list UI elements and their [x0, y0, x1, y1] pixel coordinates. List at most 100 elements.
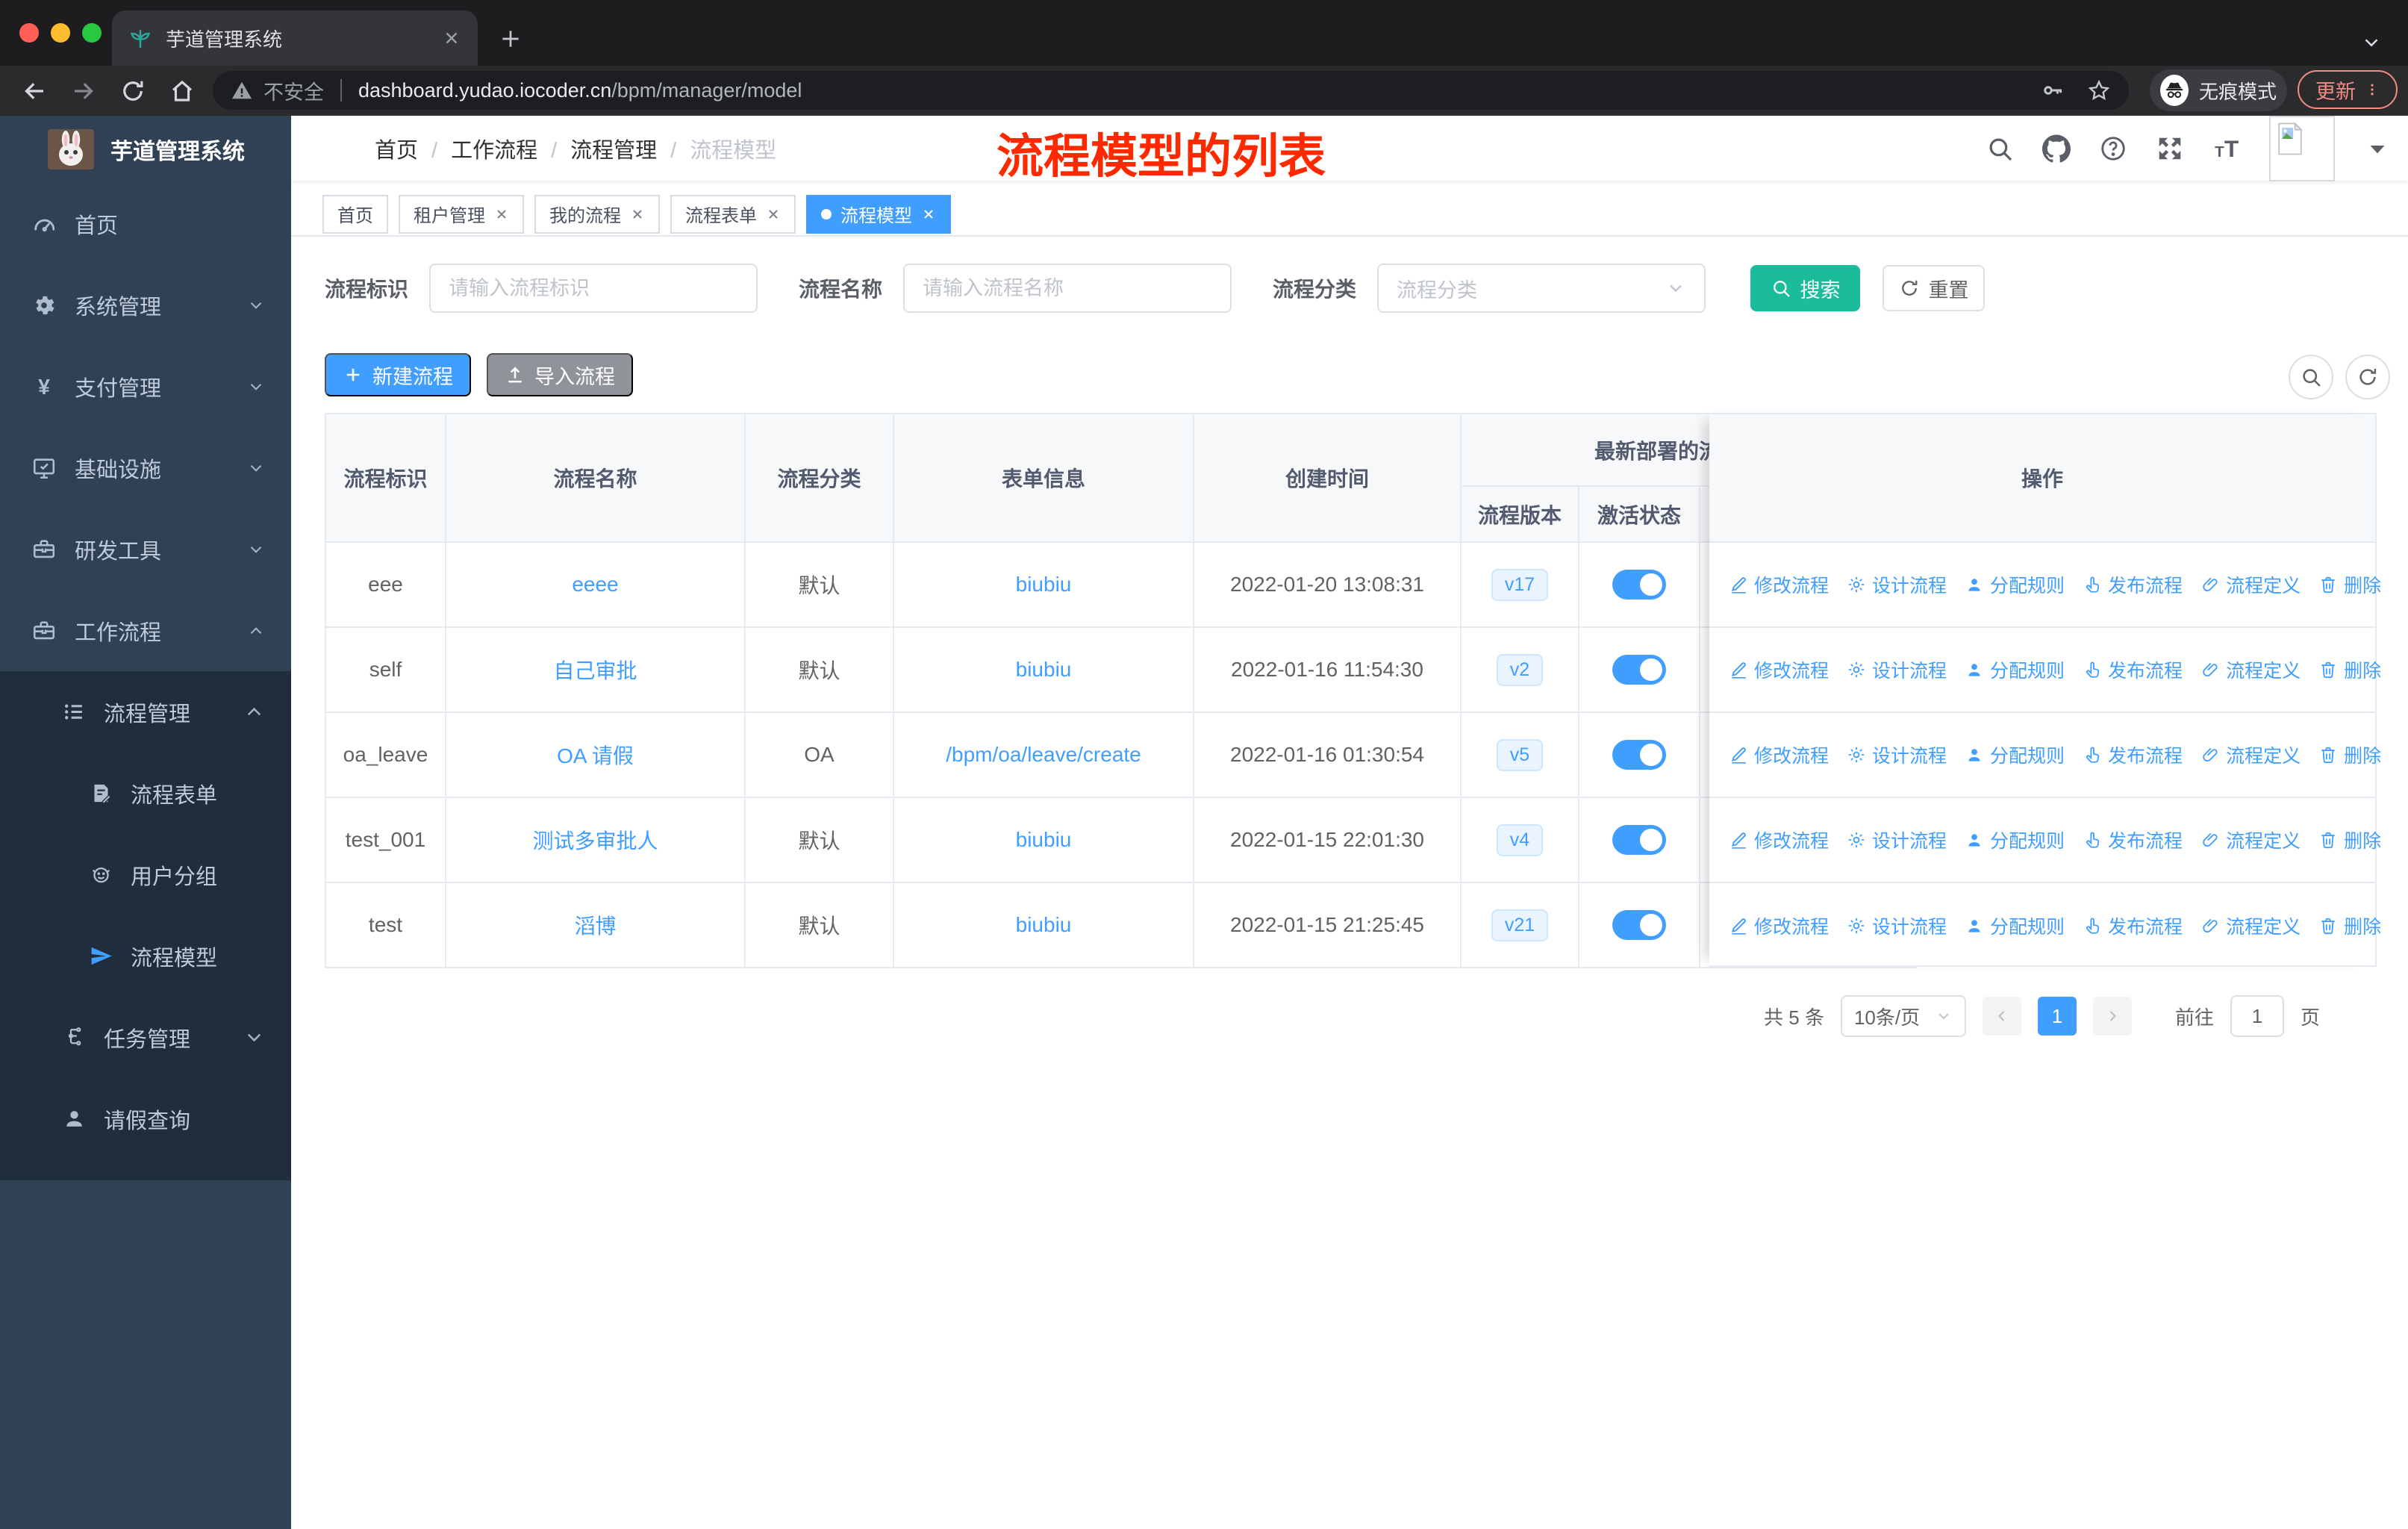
- forward-icon[interactable]: [70, 78, 97, 105]
- minimize-window-button[interactable]: [51, 23, 70, 43]
- sidebar-fold-icon[interactable]: [322, 134, 351, 163]
- active-toggle[interactable]: [1612, 825, 1666, 855]
- action-assign-link[interactable]: 分配规则: [1965, 571, 2065, 598]
- form-info-link[interactable]: biubiu: [1016, 573, 1072, 597]
- category-select[interactable]: 流程分类: [1377, 264, 1706, 313]
- page-number-current[interactable]: 1: [2037, 997, 2077, 1036]
- action-definition-link[interactable]: 流程定义: [2200, 741, 2301, 768]
- avatar[interactable]: [2269, 116, 2335, 181]
- close-window-button[interactable]: [19, 23, 39, 43]
- breadcrumb-item-2[interactable]: 流程管理: [570, 133, 676, 164]
- reload-icon[interactable]: [119, 78, 146, 105]
- help-icon[interactable]: [2099, 134, 2127, 163]
- chevron-down-icon[interactable]: [2360, 31, 2383, 54]
- process-key-input[interactable]: [429, 264, 758, 313]
- tag-view-process-model[interactable]: 流程模型: [806, 194, 951, 234]
- action-design-link[interactable]: 设计流程: [1847, 656, 1947, 683]
- close-tab-icon[interactable]: [442, 28, 461, 48]
- action-definition-link[interactable]: 流程定义: [2200, 656, 2301, 683]
- form-info-link[interactable]: /bpm/oa/leave/create: [946, 743, 1141, 767]
- tag-view-process-form[interactable]: 流程表单: [670, 194, 796, 234]
- breadcrumb-item-1[interactable]: 工作流程: [451, 133, 557, 164]
- sidebar-item-payment[interactable]: ¥ 支付管理: [0, 346, 291, 427]
- form-info-link[interactable]: biubiu: [1016, 828, 1072, 852]
- action-edit-link[interactable]: 修改流程: [1729, 826, 1829, 853]
- action-assign-link[interactable]: 分配规则: [1965, 912, 2065, 939]
- caret-down-icon[interactable]: [2363, 134, 2392, 163]
- active-toggle[interactable]: [1612, 655, 1666, 685]
- action-delete-link[interactable]: 删除: [2318, 912, 2381, 939]
- refresh-table-button[interactable]: [2345, 355, 2390, 399]
- address-bar[interactable]: 不安全 dashboard.yudao.iocoder.cn /bpm/mana…: [213, 71, 2129, 110]
- action-design-link[interactable]: 设计流程: [1847, 912, 1947, 939]
- back-icon[interactable]: [21, 78, 48, 105]
- active-toggle[interactable]: [1612, 570, 1666, 600]
- fullscreen-icon[interactable]: [2156, 134, 2184, 163]
- action-publish-link[interactable]: 发布流程: [2083, 656, 2183, 683]
- star-icon[interactable]: [2087, 78, 2111, 102]
- process-name-link[interactable]: 测试多审批人: [532, 825, 658, 855]
- action-design-link[interactable]: 设计流程: [1847, 741, 1947, 768]
- process-name-link[interactable]: OA 请假: [557, 740, 634, 770]
- action-assign-link[interactable]: 分配规则: [1965, 826, 2065, 853]
- import-process-button[interactable]: 导入流程: [487, 353, 633, 396]
- goto-page-input[interactable]: [2230, 995, 2284, 1037]
- action-edit-link[interactable]: 修改流程: [1729, 656, 1829, 683]
- action-assign-link[interactable]: 分配规则: [1965, 656, 2065, 683]
- action-delete-link[interactable]: 删除: [2318, 656, 2381, 683]
- sidebar-item-system[interactable]: 系统管理: [0, 264, 291, 346]
- action-delete-link[interactable]: 删除: [2318, 741, 2381, 768]
- tag-view-home[interactable]: 首页: [322, 194, 388, 234]
- action-edit-link[interactable]: 修改流程: [1729, 741, 1829, 768]
- zoom-window-button[interactable]: [82, 23, 102, 43]
- github-icon[interactable]: [2042, 134, 2071, 163]
- action-edit-link[interactable]: 修改流程: [1729, 912, 1829, 939]
- breadcrumb-item-0[interactable]: 首页: [375, 133, 437, 164]
- tag-view-tenant[interactable]: 租户管理: [399, 194, 524, 234]
- process-name-input[interactable]: [903, 264, 1232, 313]
- action-publish-link[interactable]: 发布流程: [2083, 912, 2183, 939]
- action-definition-link[interactable]: 流程定义: [2200, 571, 2301, 598]
- action-definition-link[interactable]: 流程定义: [2200, 912, 2301, 939]
- browser-tab[interactable]: 芋道管理系统: [112, 10, 478, 66]
- action-definition-link[interactable]: 流程定义: [2200, 826, 2301, 853]
- home-icon[interactable]: [169, 78, 196, 105]
- sidebar-item-user-group[interactable]: 用户分组: [0, 834, 291, 915]
- form-info-link[interactable]: biubiu: [1016, 658, 1072, 682]
- sidebar-item-process-model[interactable]: 流程模型: [0, 915, 291, 997]
- process-name-link[interactable]: 滔博: [574, 910, 616, 940]
- search-button[interactable]: 搜索: [1750, 265, 1861, 311]
- tag-view-my-process[interactable]: 我的流程: [534, 194, 660, 234]
- process-name-link[interactable]: eeee: [572, 573, 618, 597]
- active-toggle[interactable]: [1612, 740, 1666, 770]
- sidebar-item-workflow[interactable]: 工作流程: [0, 590, 291, 671]
- toggle-search-button[interactable]: [2289, 355, 2333, 399]
- sidebar-item-leave-query[interactable]: 请假查询: [0, 1078, 291, 1159]
- app-logo[interactable]: 芋道管理系统: [0, 116, 291, 183]
- active-toggle[interactable]: [1612, 910, 1666, 940]
- security-label[interactable]: 不安全: [263, 76, 324, 105]
- page-size-select[interactable]: 10条/页: [1840, 995, 1966, 1037]
- action-publish-link[interactable]: 发布流程: [2083, 571, 2183, 598]
- action-design-link[interactable]: 设计流程: [1847, 571, 1947, 598]
- sidebar-item-home[interactable]: 首页: [0, 183, 291, 264]
- action-assign-link[interactable]: 分配规则: [1965, 741, 2065, 768]
- action-edit-link[interactable]: 修改流程: [1729, 571, 1829, 598]
- action-delete-link[interactable]: 删除: [2318, 571, 2381, 598]
- sidebar-item-devtools[interactable]: 研发工具: [0, 508, 291, 590]
- text-size-icon[interactable]: TT: [2212, 134, 2241, 163]
- create-process-button[interactable]: 新建流程: [325, 353, 471, 396]
- action-publish-link[interactable]: 发布流程: [2083, 741, 2183, 768]
- form-info-link[interactable]: biubiu: [1016, 913, 1072, 937]
- reset-button[interactable]: 重置: [1883, 265, 1986, 311]
- key-icon[interactable]: [2041, 78, 2065, 102]
- action-delete-link[interactable]: 删除: [2318, 826, 2381, 853]
- sidebar-item-process-form[interactable]: 流程表单: [0, 753, 291, 834]
- new-tab-button[interactable]: [499, 27, 523, 51]
- breadcrumb-item-3[interactable]: 流程模型: [690, 133, 776, 164]
- sidebar-item-task-mgmt[interactable]: 任务管理: [0, 997, 291, 1078]
- menu-dots-icon[interactable]: [2365, 79, 2380, 100]
- prev-page-button[interactable]: [1982, 997, 2021, 1036]
- sidebar-item-infra[interactable]: 基础设施: [0, 427, 291, 508]
- action-publish-link[interactable]: 发布流程: [2083, 826, 2183, 853]
